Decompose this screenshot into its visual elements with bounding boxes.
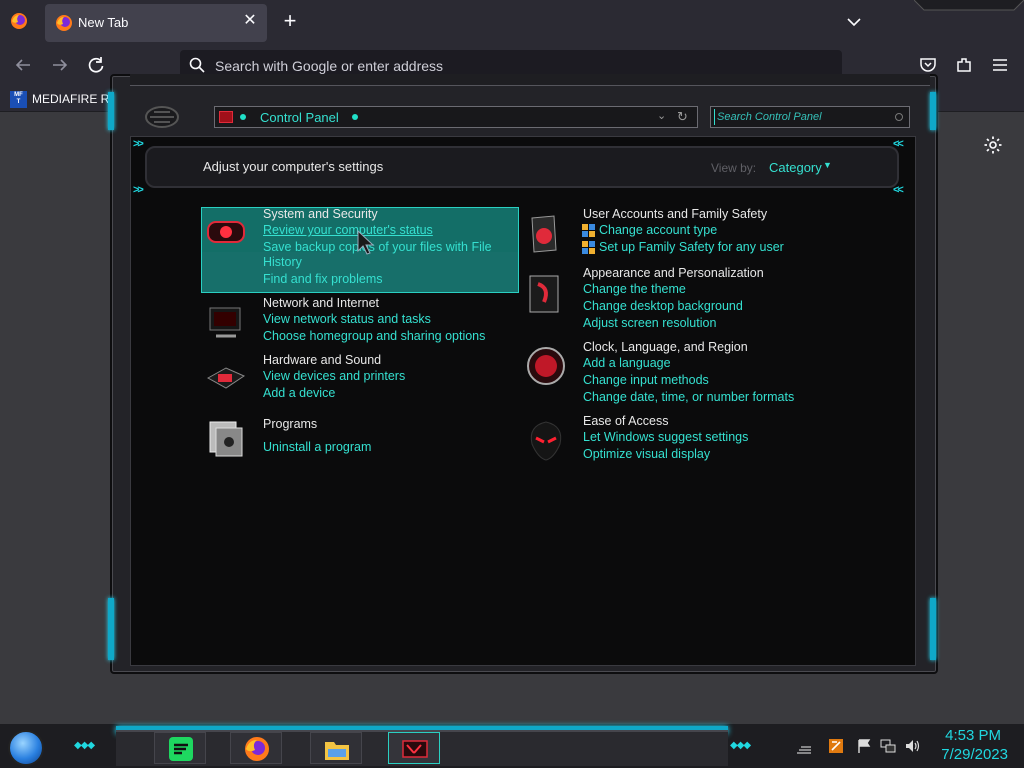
programs-icon[interactable] [204,416,248,460]
category-link[interactable]: History [263,255,302,269]
window-frame-decoration [914,0,1024,11]
firefox-icon [56,15,72,31]
tray-stripes-icon[interactable] [796,740,812,756]
new-tab-button[interactable]: + [280,10,300,32]
category-link[interactable]: Change account type [599,223,717,237]
category-link[interactable]: Change date, time, or number formats [583,390,794,404]
taskbar-decor-icon: ◆◆◆ [74,740,95,751]
category-link[interactable]: Adjust screen resolution [583,316,716,330]
tab-title: New Tab [78,15,129,30]
category-title[interactable]: Programs [263,417,317,431]
control-panel-header: Adjust your computer's settings View by:… [145,146,899,188]
view-by-label: View by: [711,161,757,175]
category-title[interactable]: Ease of Access [583,414,668,428]
windows-shield-icon [582,224,596,238]
category-link[interactable]: Change desktop background [583,299,743,313]
window-accent [930,92,936,130]
category-link[interactable]: Uninstall a program [263,440,371,454]
forward-arrow-icon[interactable] [49,54,71,76]
decor-chevron-icon: >> [133,184,144,196]
taskbar-app-file-explorer[interactable] [310,732,362,764]
category-title[interactable]: Network and Internet [263,296,379,310]
control-panel-icon [402,740,428,758]
search-icon [189,57,205,73]
user-accounts-icon[interactable] [524,212,568,256]
reload-icon[interactable] [85,54,107,76]
breadcrumb[interactable]: Control Panel [260,110,339,125]
network-icon[interactable] [880,738,896,754]
category-link[interactable]: Set up Family Safety for any user [599,240,784,254]
ease-of-access-icon[interactable] [524,418,568,462]
bookmark-label: MEDIAFIRE RO [32,92,119,106]
mediafire-icon: MF T [10,91,27,108]
taskbar-decor-icon: ◆◆◆ [730,740,751,751]
category-link[interactable]: Add a language [583,356,671,370]
action-center-flag-icon[interactable] [856,738,872,754]
chevron-down-icon[interactable] [844,12,864,32]
volume-icon[interactable] [904,738,920,754]
system-security-icon[interactable] [204,210,248,254]
extensions-icon[interactable] [954,55,974,75]
category-link[interactable]: Change the theme [583,282,686,296]
category-title[interactable]: Clock, Language, and Region [583,340,748,354]
category-link[interactable]: Find and fix problems [263,272,383,286]
window-accent [108,92,114,130]
chevron-down-icon[interactable]: ⌄ [657,109,666,122]
browser-tab-new-tab[interactable]: New Tab ✕ [45,4,267,42]
network-internet-icon[interactable] [204,300,248,344]
clock-date[interactable]: 7/29/2023 [930,746,1008,763]
category-link[interactable]: Optimize visual display [583,447,710,461]
category-link[interactable]: Review your computer's status [263,223,433,237]
close-tab-icon[interactable]: ✕ [241,12,259,30]
taskbar-app-spotify[interactable] [154,732,206,764]
decor-chevron-icon: >> [133,138,144,150]
menu-icon[interactable] [990,55,1010,75]
gear-icon[interactable] [983,135,1003,155]
category-link[interactable]: View network status and tasks [263,312,431,326]
address-bar-placeholder: Search with Google or enter address [215,58,444,74]
control-panel-search [710,106,910,128]
window-title-decoration [130,74,930,86]
tray-app-icon[interactable] [828,738,844,754]
category-link[interactable]: Change input methods [583,373,709,387]
firefox-icon[interactable] [10,12,28,30]
search-input[interactable] [714,109,894,125]
file-explorer-icon [325,742,349,760]
browser-tab-bar: New Tab ✕ + [0,0,1024,44]
taskbar-app-firefox[interactable] [230,732,282,764]
category-link[interactable]: Add a device [263,386,335,400]
category-title[interactable]: System and Security [263,207,378,221]
mouse-cursor-icon [357,229,375,255]
category-title[interactable]: Hardware and Sound [263,353,381,367]
back-arrow-icon[interactable] [12,54,34,76]
control-panel-icon [219,111,233,123]
refresh-icon[interactable]: ↻ [677,109,688,125]
category-link[interactable]: Let Windows suggest settings [583,430,748,444]
search-icon[interactable] [895,113,903,121]
clock-language-region-icon[interactable] [524,344,568,388]
category-link[interactable]: View devices and printers [263,369,405,383]
hardware-sound-icon[interactable] [204,356,248,400]
spotify-icon [169,737,193,761]
window-accent [108,598,114,660]
category-link[interactable]: Choose homegroup and sharing options [263,329,485,343]
start-button[interactable] [8,730,44,766]
control-panel-address-bar[interactable]: Control Panel ⌄ ↻ [214,106,698,128]
firefox-icon [245,737,269,761]
alienware-logo-icon [145,106,179,128]
taskbar-app-control-panel[interactable] [388,732,440,764]
appearance-personalization-icon[interactable] [524,272,568,316]
category-title[interactable]: User Accounts and Family Safety [583,207,767,221]
windows-shield-icon [582,241,596,255]
breadcrumb-separator[interactable] [352,114,358,120]
category-title[interactable]: Appearance and Personalization [583,266,764,280]
view-by-dropdown[interactable]: Category [769,160,822,175]
clock-time[interactable]: 4:53 PM [941,727,1001,744]
window-accent [930,598,936,660]
page-title: Adjust your computer's settings [203,159,384,174]
chevron-down-icon[interactable]: ▼ [823,160,832,170]
breadcrumb-separator [240,114,246,120]
pocket-icon[interactable] [918,55,938,75]
